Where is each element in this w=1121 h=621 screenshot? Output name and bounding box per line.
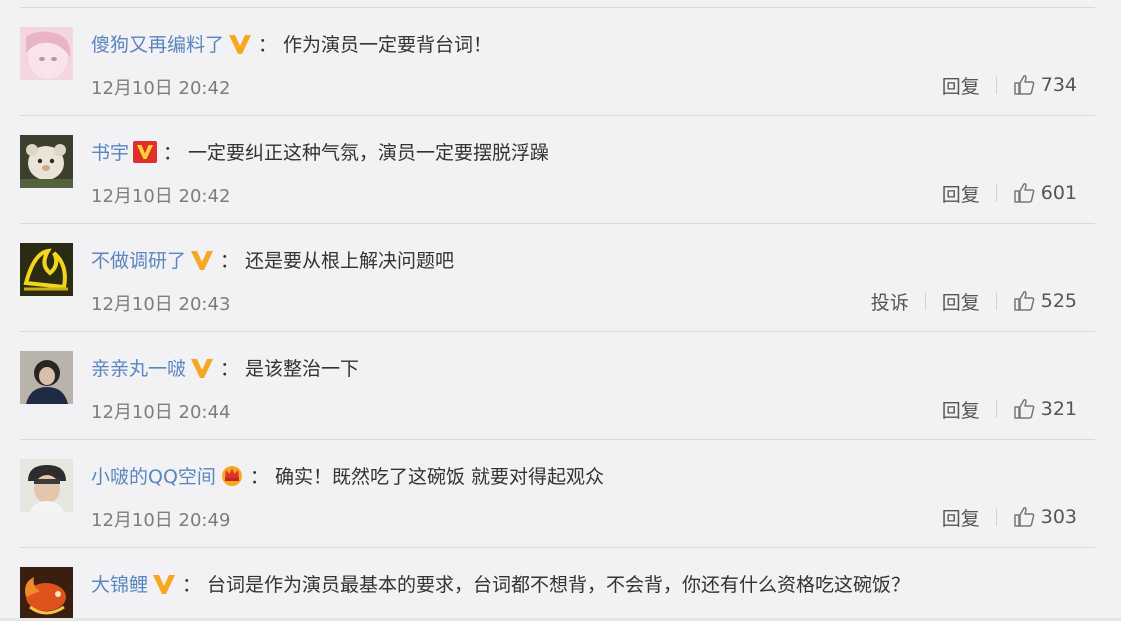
comment-line: 书宇 ：一定要纠正这种气氛，演员一定要摆脱浮躁 (91, 136, 549, 170)
like-button[interactable]: 601 (1013, 182, 1077, 204)
thumbs-up-icon (1013, 183, 1035, 203)
thumbs-up-icon (1013, 75, 1035, 95)
comment-line: 大锦鲤 ：台词是作为演员最基本的要求，台词都不想背，不会背，你还有什么资格吃这碗饭… (91, 568, 910, 602)
reply-button[interactable]: 回复 (942, 72, 980, 99)
avatar[interactable] (20, 27, 73, 80)
comment-text: 台词是作为演员最基本的要求，台词都不想背，不会背，你还有什么资格吃这碗饭？ (207, 574, 911, 596)
action-separator (995, 184, 997, 202)
comment-item: 小啵的QQ空间：确实！既然吃了这碗饭 就要对得起观众 12月10日 20:49 … (0, 440, 1121, 548)
timestamp: 12月10日 20:42 (91, 186, 231, 207)
comment-text: 还是要从根上解决问题吧 (245, 250, 455, 272)
gold-v-badge-icon[interactable] (228, 32, 252, 66)
colon: ： (220, 358, 240, 380)
avatar[interactable] (20, 351, 73, 404)
comment-text: 确实！既然吃了这碗饭 就要对得起观众 (274, 466, 604, 488)
reply-button[interactable]: 回复 (942, 396, 980, 423)
like-count: 734 (1040, 74, 1077, 96)
gold-v-badge-icon[interactable] (152, 572, 176, 606)
comment-actions: 回复 303 (942, 503, 1077, 531)
thumbs-up-icon (1013, 291, 1035, 311)
thumbs-up-icon (1013, 507, 1035, 527)
reply-button[interactable]: 回复 (942, 288, 980, 315)
comment-actions: 回复 734 (942, 71, 1077, 99)
action-separator (995, 292, 997, 310)
comment-text: 是该整治一下 (245, 358, 360, 380)
reply-button[interactable]: 回复 (942, 180, 980, 207)
comment-item: 傻狗又再编料了 ：作为演员一定要背台词！ 12月10日 20:42 回复 734 (0, 8, 1121, 116)
report-button[interactable]: 投诉 (871, 288, 909, 315)
like-count: 601 (1040, 182, 1077, 204)
comment-actions: 回复 321 (942, 395, 1077, 423)
like-button[interactable]: 303 (1013, 506, 1077, 528)
comment-actions: 回复 601 (942, 179, 1077, 207)
username-link[interactable]: 大锦鲤 (91, 574, 148, 596)
comment-item: 大锦鲤 ：台词是作为演员最基本的要求，台词都不想背，不会背，你还有什么资格吃这碗饭… (0, 548, 1121, 621)
action-separator (995, 76, 997, 94)
like-button[interactable]: 525 (1013, 290, 1077, 312)
red-v-badge-icon[interactable] (133, 140, 158, 174)
colon: ： (258, 34, 278, 56)
comment-line: 不做调研了 ：还是要从根上解决问题吧 (91, 244, 454, 278)
action-separator (924, 292, 926, 310)
action-separator (995, 508, 997, 526)
colon: ： (249, 466, 269, 488)
comment-line: 傻狗又再编料了 ：作为演员一定要背台词！ (91, 28, 492, 62)
reply-button[interactable]: 回复 (942, 504, 980, 531)
comment-line: 亲亲丸一啵 ：是该整治一下 (91, 352, 359, 386)
crown-badge-icon[interactable] (220, 463, 244, 498)
username-link[interactable]: 书宇 (91, 142, 129, 164)
avatar[interactable] (20, 567, 73, 620)
colon: ： (182, 574, 202, 596)
like-button[interactable]: 734 (1013, 74, 1077, 96)
timestamp: 12月10日 20:49 (91, 510, 231, 531)
like-button[interactable]: 321 (1013, 398, 1077, 420)
comment-text: 作为演员一定要背台词！ (283, 34, 493, 56)
comment-line: 小啵的QQ空间 ：确实！既然吃了这碗饭 就要对得起观众 (91, 460, 604, 494)
timestamp: 12月10日 20:44 (91, 402, 231, 423)
timestamp: 12月10日 20:43 (91, 294, 231, 315)
like-count: 525 (1040, 290, 1077, 312)
like-count: 321 (1040, 398, 1077, 420)
comment-item: 不做调研了 ：还是要从根上解决问题吧 12月10日 20:43 投诉 回复 525 (0, 224, 1121, 332)
avatar[interactable] (20, 459, 73, 512)
thumbs-up-icon (1013, 399, 1035, 419)
colon: ： (163, 142, 183, 164)
gold-v-badge-icon[interactable] (190, 356, 214, 390)
username-link[interactable]: 傻狗又再编料了 (91, 34, 224, 56)
comment-feed: 傻狗又再编料了：作为演员一定要背台词！ 12月10日 20:42 回复 734 (0, 0, 1121, 621)
avatar[interactable] (20, 243, 73, 296)
username-link[interactable]: 小啵的QQ空间 (91, 466, 216, 488)
gold-v-badge-icon[interactable] (190, 248, 214, 282)
comment-text: 一定要纠正这种气氛，演员一定要摆脱浮躁 (188, 142, 550, 164)
avatar[interactable] (20, 135, 73, 188)
timestamp: 12月10日 20:42 (91, 78, 231, 99)
comment-actions: 投诉 回复 525 (871, 287, 1077, 315)
comment-item: 书宇 ：一定要纠正这种气氛，演员一定要摆脱浮躁 12月10日 20:42 回复 6… (0, 116, 1121, 224)
like-count: 303 (1040, 506, 1077, 528)
username-link[interactable]: 亲亲丸一啵 (91, 358, 186, 380)
action-separator (995, 400, 997, 418)
comment-item: 亲亲丸一啵 ：是该整治一下 12月10日 20:44 回复 321 (0, 332, 1121, 440)
colon: ： (220, 250, 240, 272)
username-link[interactable]: 不做调研了 (91, 250, 186, 272)
